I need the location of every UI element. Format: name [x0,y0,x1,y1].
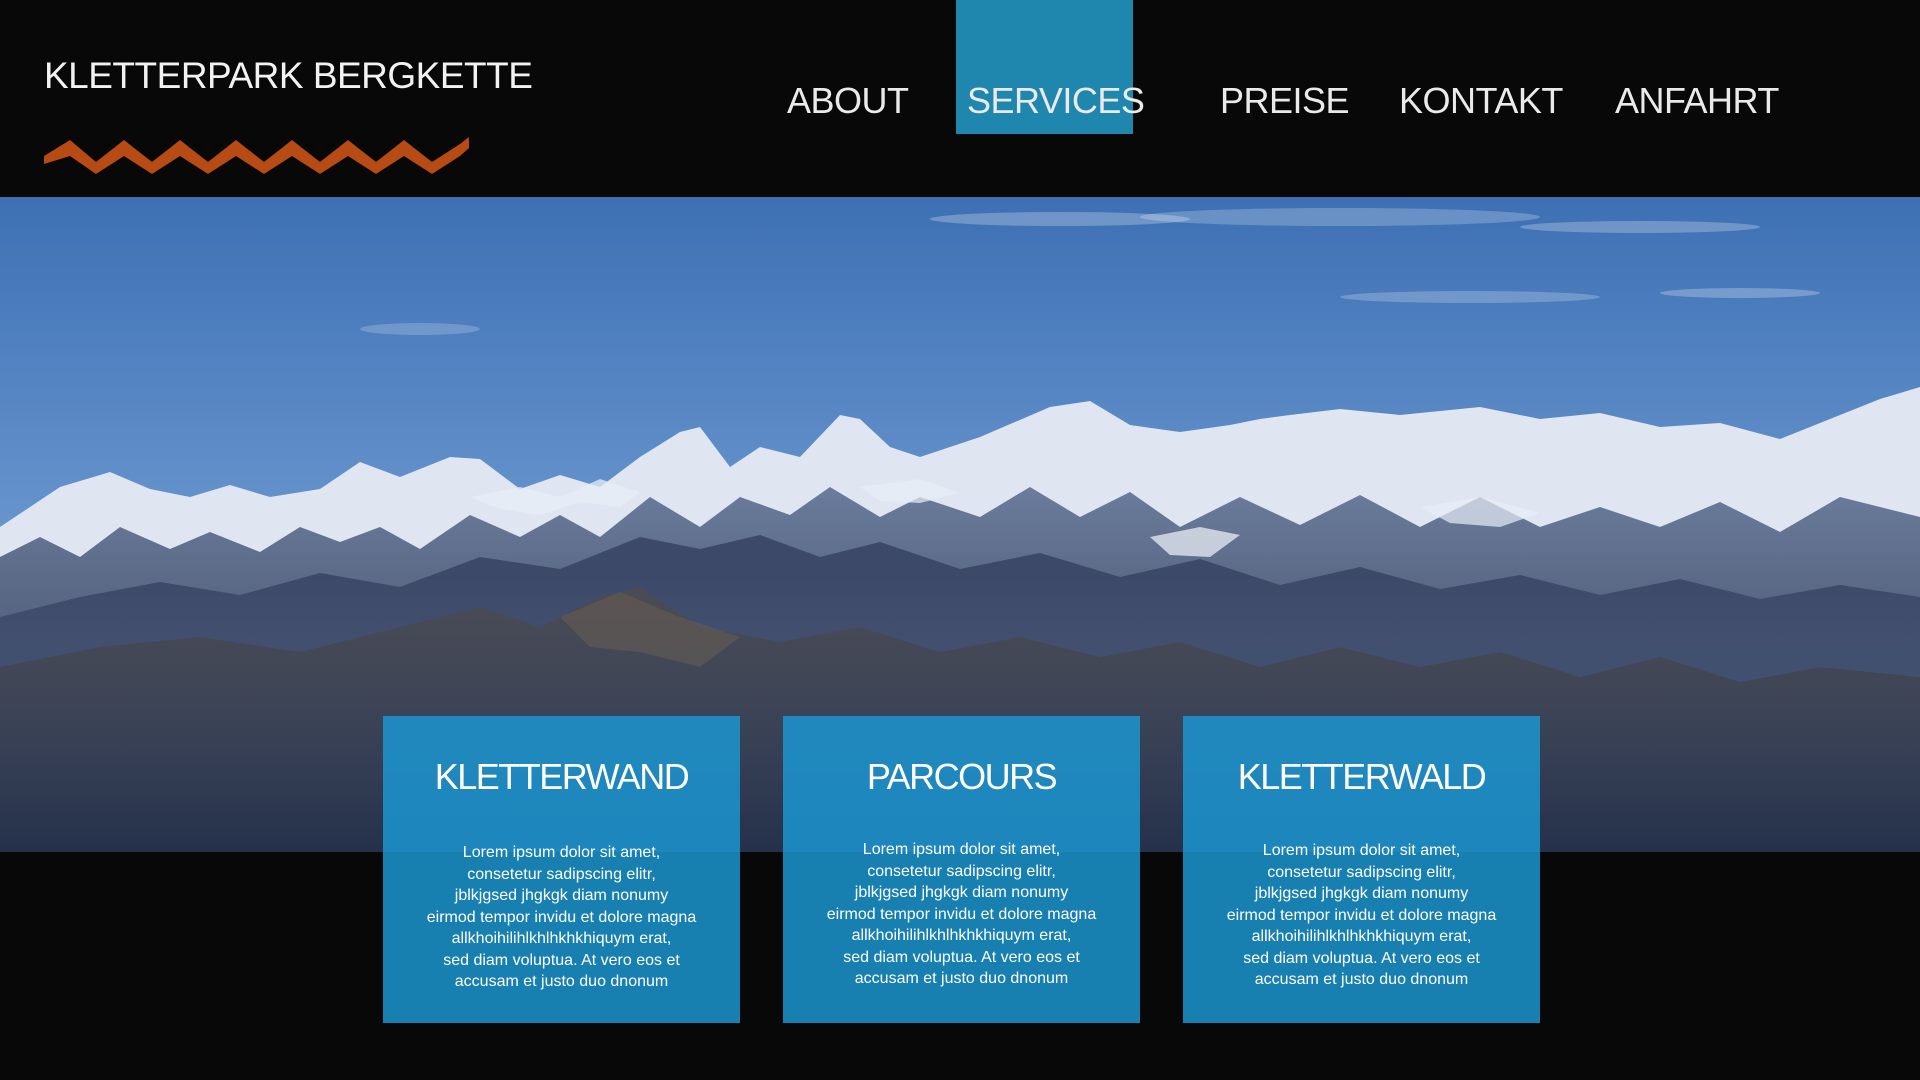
nav-item-services[interactable]: SERVICES [967,78,1145,124]
nav-item-about[interactable]: ABOUT [787,78,909,124]
nav-item-preise[interactable]: PREISE [1220,78,1350,124]
brand-title: KLETTERPARK BERGKETTE [44,55,533,96]
nav-item-kontakt[interactable]: KONTAKT [1399,78,1563,124]
card-title: KLETTERWAND [434,756,690,797]
card-title: PARCOURS [866,756,1058,797]
nav-item-anfahrt[interactable]: ANFAHRT [1615,78,1779,124]
service-card-kletterwald[interactable]: KLETTERWALD Lorem ipsum dolor sit amet, c… [1183,716,1540,1023]
card-description: Lorem ipsum dolor sit amet, consetetur sa… [1226,842,1497,988]
service-card-parcours[interactable]: PARCOURS Lorem ipsum dolor sit amet, cons… [783,716,1140,1023]
card-description: Lorem ipsum dolor sit amet, consetetur sa… [826,841,1097,987]
site-header: KLETTERPARK BERGKETTE ABOUT SERVICES PRE… [0,0,1920,197]
card-description: Lorem ipsum dolor sit amet, consetetur sa… [426,844,697,990]
card-title: KLETTERWALD [1237,756,1487,797]
service-card-kletterwand[interactable]: KLETTERWAND Lorem ipsum dolor sit amet, c… [383,716,740,1023]
logo[interactable]: KLETTERPARK BERGKETTE [44,52,533,174]
